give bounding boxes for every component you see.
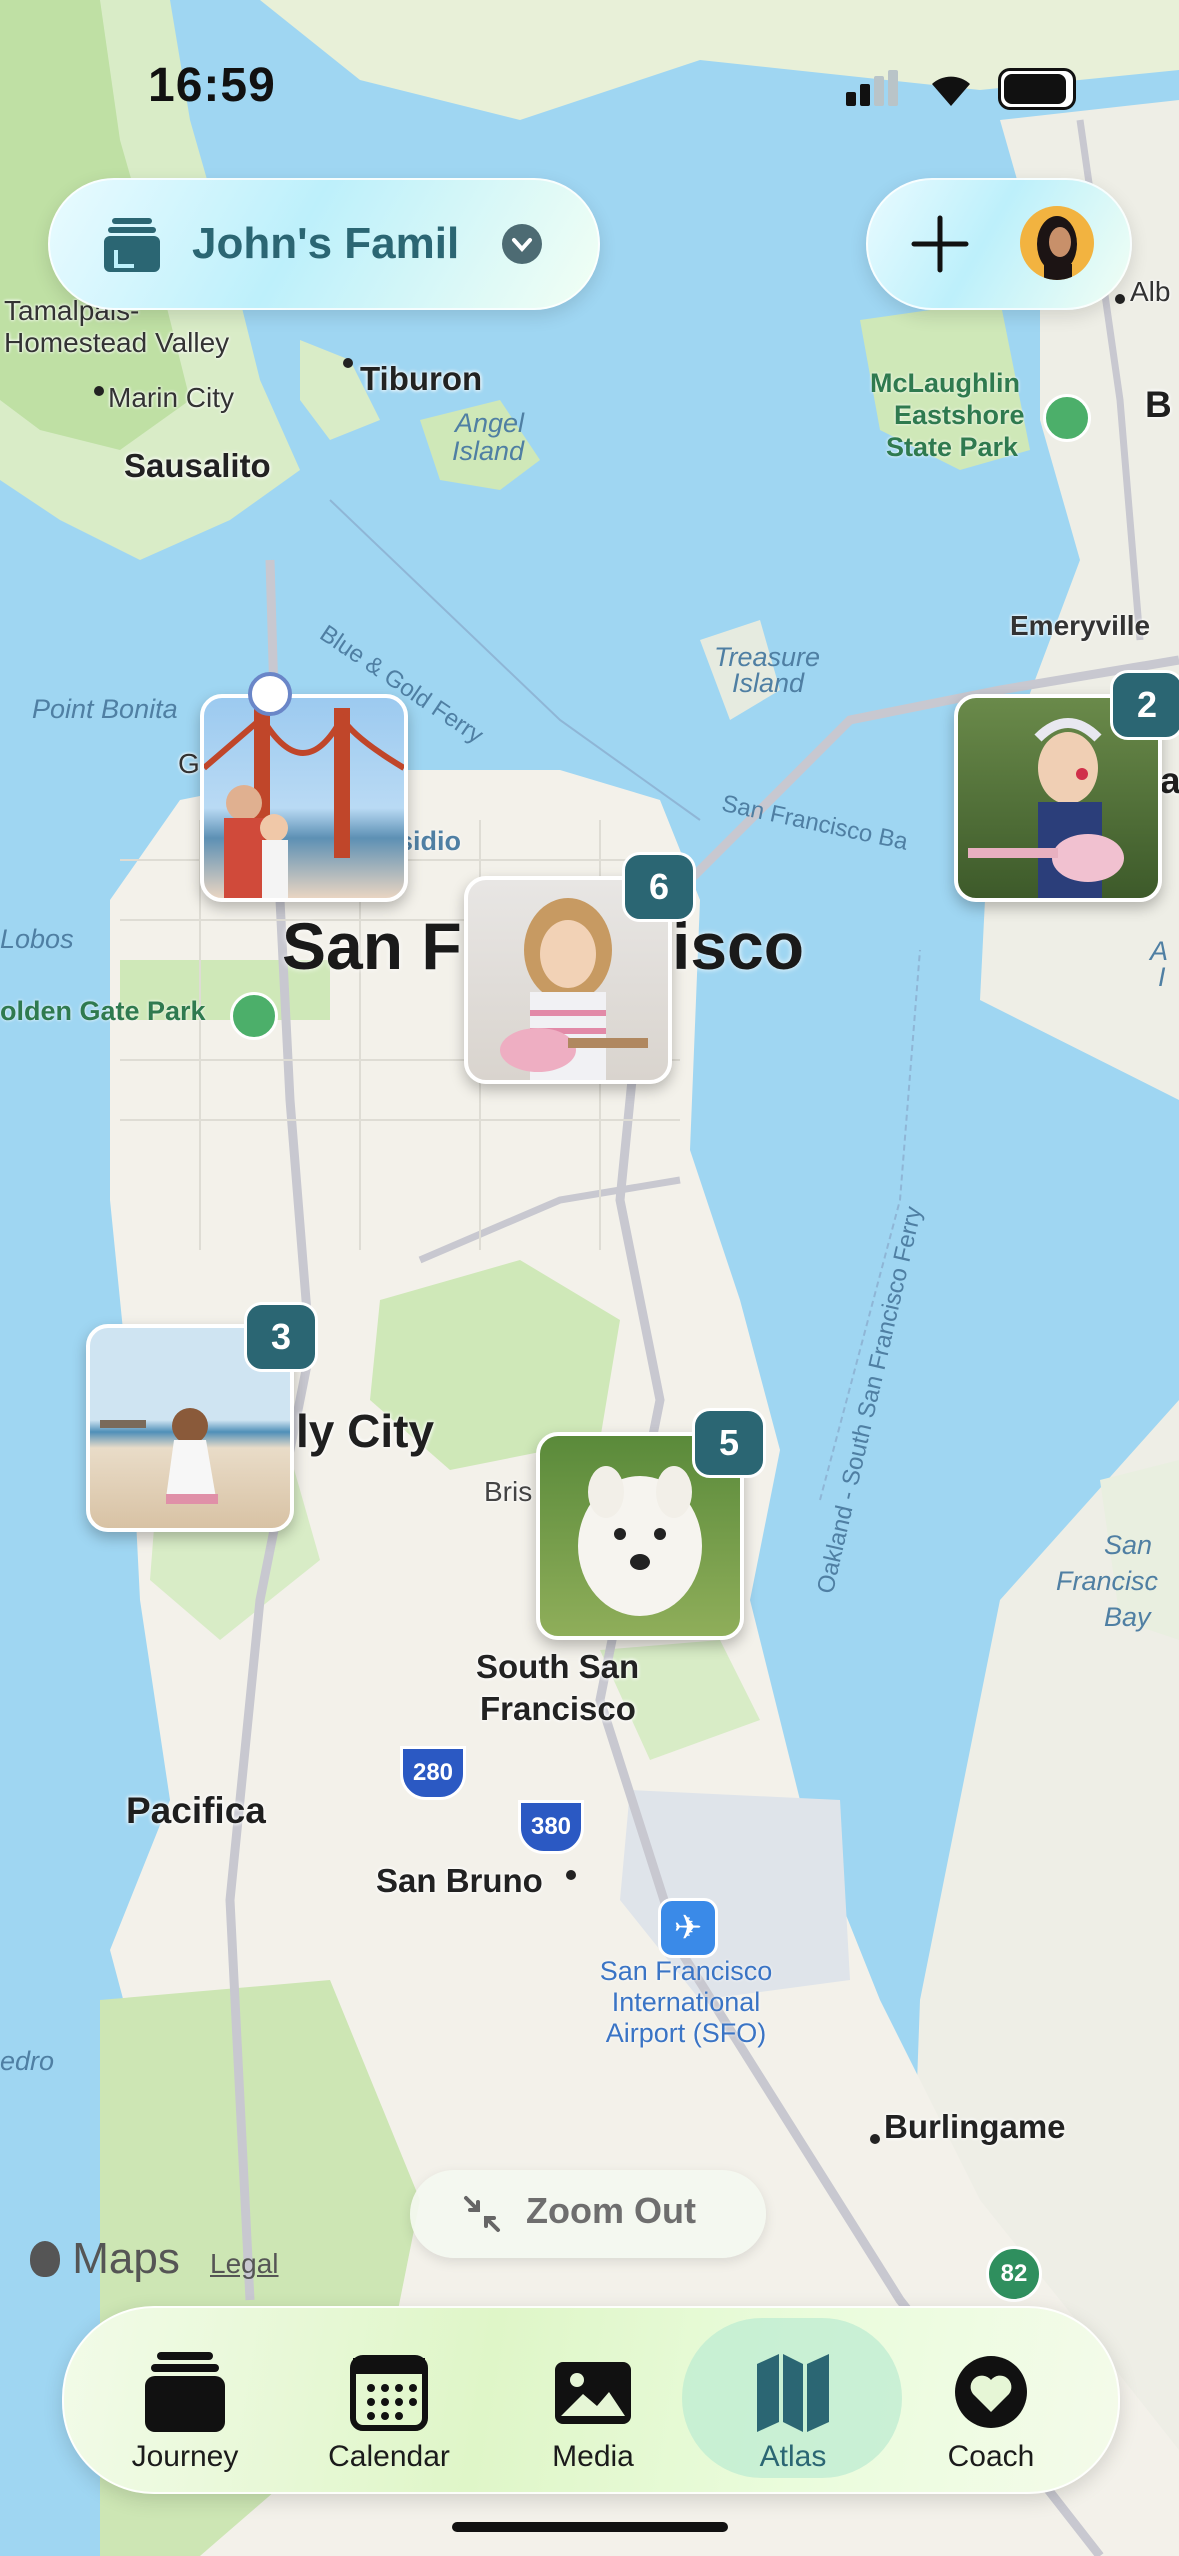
map-label-pedro: edro — [0, 2046, 55, 2076]
map-dot-marin-city — [94, 386, 104, 396]
cluster-count-badge: 6 — [622, 852, 696, 922]
map-label-san-francisco-right: isco — [672, 909, 805, 983]
media-icon — [555, 2362, 631, 2424]
tab-media[interactable]: Media — [508, 2340, 678, 2480]
map-label-oakland-fragment: a — [1160, 760, 1179, 801]
map-label-sf-bay-2: Francisc — [1056, 1566, 1159, 1596]
map-label-san-francisco-left: San F — [282, 909, 462, 983]
map-dot-tiburon — [343, 358, 353, 368]
cluster-count-badge: 5 — [692, 1408, 766, 1478]
map-label-mclaughlin-1: McLaughlin — [870, 368, 1020, 398]
cellular-signal-icon — [846, 70, 916, 106]
tab-label: Media — [552, 2440, 634, 2473]
map-label-emeryville: Emeryville — [1010, 610, 1151, 641]
apple-logo-icon — [30, 2241, 60, 2277]
map-dot-albany — [1115, 294, 1125, 304]
battery-icon — [998, 68, 1076, 110]
map-label-sausalito: Sausalito — [124, 447, 271, 484]
avatar[interactable] — [1020, 206, 1094, 280]
tab-label: Journey — [131, 2440, 239, 2473]
map-label-daly-city: ly City — [296, 1405, 435, 1457]
map-label-marin-city: Marin City — [108, 382, 235, 413]
highway-82-shield: 82 — [986, 2246, 1042, 2302]
shrink-icon — [462, 2194, 502, 2234]
status-time: 16:59 — [148, 59, 276, 112]
tab-atlas[interactable]: Atlas — [708, 2340, 878, 2480]
map-label-mclaughlin-2: Eastshore — [894, 400, 1025, 430]
map-label-sfo-2: International — [611, 1987, 761, 2017]
map-label-burlingame: Burlingame — [884, 2108, 1066, 2145]
map-label-point-bonita: Point Bonita — [32, 694, 178, 724]
highway-380-shield: 380 — [518, 1800, 584, 1854]
map-label-mclaughlin-3: State Park — [886, 432, 1019, 462]
map-label-homestead: Homestead Valley — [4, 327, 230, 358]
map-label-san-bruno: San Bruno — [376, 1862, 543, 1899]
park-tree-icon — [1043, 394, 1091, 442]
coach-icon — [955, 2356, 1027, 2428]
family-selector[interactable]: John's Famil — [48, 178, 600, 310]
cluster-count-badge: 2 — [1110, 670, 1179, 740]
journey-icon — [145, 2352, 225, 2432]
family-name: John's Famil — [192, 219, 460, 268]
header-actions — [866, 178, 1132, 310]
app-screen: Tamalpais- Homestead Valley Marin City T… — [0, 0, 1179, 2556]
tab-calendar[interactable]: Calendar — [304, 2340, 474, 2480]
zoom-out-button[interactable]: Zoom Out — [410, 2170, 766, 2258]
tab-label: Calendar — [328, 2440, 450, 2473]
map-label-brisbane: Bris — [484, 1476, 533, 1507]
wifi-icon — [928, 68, 974, 113]
map-pin-icon[interactable] — [248, 672, 292, 716]
map-label-albany: Alb — [1130, 276, 1171, 307]
map-label-lobos: Lobos — [0, 924, 74, 954]
tab-coach[interactable]: Coach — [906, 2340, 1076, 2480]
family-stack-icon — [104, 218, 160, 272]
map-label-berkeley: B — [1145, 384, 1172, 425]
map-label-treasure-2: Island — [732, 668, 805, 698]
map-label-sfo-3: Airport (SFO) — [605, 2018, 767, 2048]
map-label-sfo-1: San Francisco — [599, 1956, 773, 1986]
map-label-angel-island-2: Island — [452, 436, 525, 466]
photo-cluster-golden-gate[interactable] — [200, 694, 408, 902]
atlas-icon — [757, 2354, 829, 2432]
maps-brand-label: Maps — [72, 2234, 180, 2283]
plus-icon[interactable] — [906, 210, 974, 278]
tab-label: Atlas — [759, 2440, 827, 2473]
map-label-alameda-fragment-2: I — [1158, 962, 1166, 992]
airport-icon: ✈ — [658, 1898, 718, 1958]
zoom-out-label: Zoom Out — [526, 2190, 696, 2231]
map-label-g: G — [178, 748, 200, 779]
legal-link[interactable]: Legal — [210, 2248, 279, 2280]
home-indicator[interactable] — [452, 2522, 728, 2532]
map-label-angel-island-1: Angel — [455, 408, 525, 438]
map-label-sf-bay-3: Bay — [1104, 1602, 1151, 1632]
tab-journey[interactable]: Journey — [100, 2340, 270, 2480]
highway-280-shield: 280 — [400, 1746, 466, 1800]
map-label-south-sf-2: Francisco — [480, 1690, 636, 1727]
tab-label: Coach — [947, 2440, 1035, 2473]
map-label-tiburon: Tiburon — [360, 360, 483, 397]
map-label-golden-gate-park: olden Gate Park — [0, 996, 206, 1026]
golden-gate-photo — [204, 708, 404, 898]
park-tree-icon — [230, 992, 278, 1040]
maps-brand: Maps — [30, 2234, 180, 2284]
map-label-sf-bay-1: San — [1104, 1530, 1153, 1560]
map-label-sfo: San Francisco International Airport (SFO… — [572, 1956, 800, 2049]
chevron-down-icon — [502, 224, 542, 264]
map-label-south-sf-1: South San — [476, 1648, 640, 1685]
map-label-pacifica: Pacifica — [126, 1790, 266, 1831]
map-dot-san-bruno — [566, 1870, 576, 1880]
calendar-icon — [350, 2355, 428, 2431]
map-dot-burlingame — [870, 2134, 880, 2144]
cluster-count-badge: 3 — [244, 1302, 318, 1372]
